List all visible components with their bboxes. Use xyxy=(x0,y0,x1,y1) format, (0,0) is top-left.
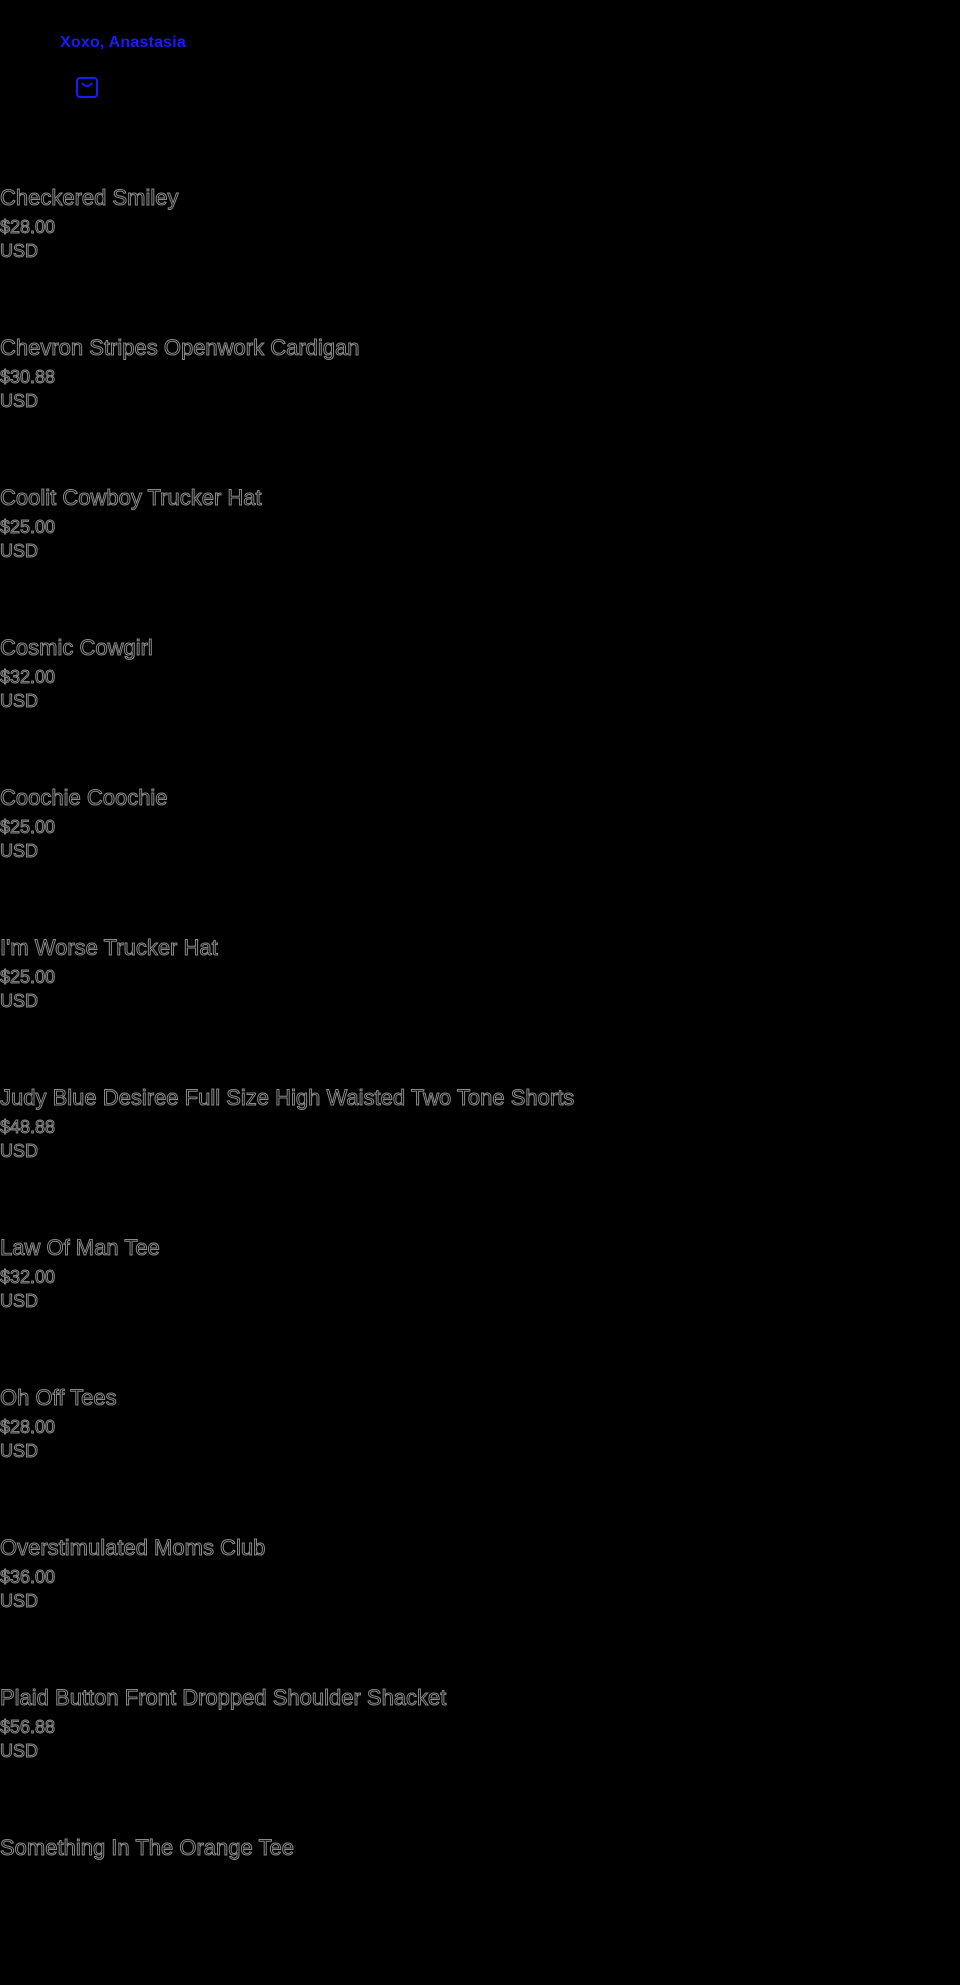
price-amount: $36.00 xyxy=(0,1567,56,1588)
price-currency: USD xyxy=(0,691,39,712)
product-price: $56.88 USD xyxy=(0,1715,960,1763)
product-item: Oh Off Tees $28.00 USD xyxy=(0,1385,960,1535)
price-currency: USD xyxy=(0,1741,39,1762)
product-price: $32.00 USD xyxy=(0,665,960,713)
product-item: I'm Worse Trucker Hat $25.00 USD xyxy=(0,935,960,1085)
product-price: $25.00 USD xyxy=(0,515,960,563)
product-item: Chevron Stripes Openwork Cardigan $30.88… xyxy=(0,335,960,485)
product-item: Coolit Cowboy Trucker Hat $25.00 USD xyxy=(0,485,960,635)
product-item: Judy Blue Desiree Full Size High Waisted… xyxy=(0,1085,960,1235)
product-list: Checkered Smiley $28.00 USD Chevron Stri… xyxy=(0,185,960,1985)
product-title-link[interactable]: Overstimulated Moms Club xyxy=(0,1535,960,1561)
brand-link[interactable]: Xoxo, Anastasia xyxy=(60,34,186,52)
price-amount: $32.00 xyxy=(0,667,56,688)
price-currency: USD xyxy=(0,1441,39,1462)
price-currency: USD xyxy=(0,1141,39,1162)
product-price: $36.00 USD xyxy=(0,1565,960,1613)
product-price: $32.00 USD xyxy=(0,1265,960,1313)
product-price: $28.00 USD xyxy=(0,215,960,263)
product-item: Overstimulated Moms Club $36.00 USD xyxy=(0,1535,960,1685)
price-currency: USD xyxy=(0,841,39,862)
product-item: Something In The Orange Tee xyxy=(0,1835,960,1985)
product-item: Checkered Smiley $28.00 USD xyxy=(0,185,960,335)
product-title-link[interactable]: Cosmic Cowgirl xyxy=(0,635,960,661)
price-amount: $30.88 xyxy=(0,367,56,388)
product-item: Coochie Coochie $25.00 USD xyxy=(0,785,960,935)
price-currency: USD xyxy=(0,1591,39,1612)
product-title-link[interactable]: Coochie Coochie xyxy=(0,785,960,811)
product-title-link[interactable]: I'm Worse Trucker Hat xyxy=(0,935,960,961)
price-amount: $28.00 xyxy=(0,1417,56,1438)
product-title-link[interactable]: Chevron Stripes Openwork Cardigan xyxy=(0,335,960,361)
site-header: Xoxo, Anastasia xyxy=(60,34,186,98)
product-price: $48.88 USD xyxy=(0,1115,960,1163)
price-amount: $25.00 xyxy=(0,817,56,838)
product-title-link[interactable]: Plaid Button Front Dropped Shoulder Shac… xyxy=(0,1685,960,1711)
product-price: $30.88 USD xyxy=(0,365,960,413)
product-title-link[interactable]: Oh Off Tees xyxy=(0,1385,960,1411)
price-amount: $25.00 xyxy=(0,967,56,988)
price-amount: $32.00 xyxy=(0,1267,56,1288)
product-price: $28.00 USD xyxy=(0,1415,960,1463)
product-title-link[interactable]: Judy Blue Desiree Full Size High Waisted… xyxy=(0,1085,960,1111)
product-title-link[interactable]: Something In The Orange Tee xyxy=(0,1835,960,1861)
price-currency: USD xyxy=(0,541,39,562)
product-price: $25.00 USD xyxy=(0,815,960,863)
price-amount: $28.00 xyxy=(0,217,56,238)
price-amount: $56.88 xyxy=(0,1717,56,1738)
cart-link[interactable] xyxy=(74,74,100,100)
product-item: Cosmic Cowgirl $32.00 USD xyxy=(0,635,960,785)
product-title-link[interactable]: Law Of Man Tee xyxy=(0,1235,960,1261)
price-amount: $25.00 xyxy=(0,517,56,538)
product-title-link[interactable]: Coolit Cowboy Trucker Hat xyxy=(0,485,960,511)
price-currency: USD xyxy=(0,241,39,262)
product-item: Law Of Man Tee $32.00 USD xyxy=(0,1235,960,1385)
product-title-link[interactable]: Checkered Smiley xyxy=(0,185,960,211)
price-currency: USD xyxy=(0,391,39,412)
shopping-bag-icon xyxy=(74,74,100,100)
price-currency: USD xyxy=(0,1291,39,1312)
price-currency: USD xyxy=(0,991,39,1012)
product-price: $25.00 USD xyxy=(0,965,960,1013)
product-item: Plaid Button Front Dropped Shoulder Shac… xyxy=(0,1685,960,1835)
price-amount: $48.88 xyxy=(0,1117,56,1138)
